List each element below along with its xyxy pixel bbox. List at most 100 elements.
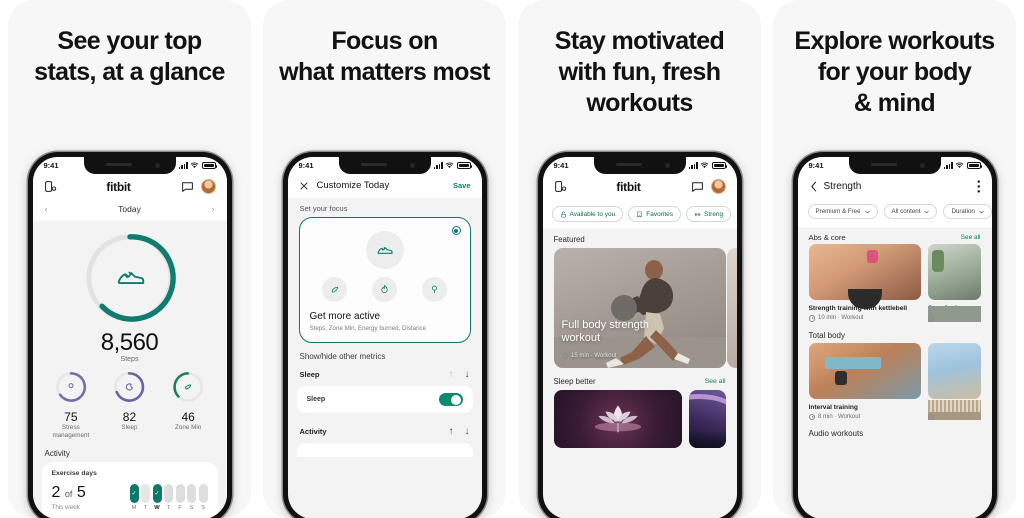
device-icon[interactable] [554, 180, 567, 193]
chip-strength[interactable]: Streng [686, 206, 732, 222]
dumbbell-icon [694, 212, 701, 216]
battery-icon [456, 162, 472, 169]
earpiece-speaker [615, 163, 642, 166]
phone-screen-1: 9:41 fitbit ‹ Today › 8,560 Steps 75 Str… [32, 157, 227, 518]
more-vertical-icon[interactable] [977, 180, 981, 193]
hero-carousel: Full body strength workout 15 min · Work… [543, 248, 737, 368]
workout-meta-text: 8 min · Workout [818, 413, 861, 420]
save-button[interactable]: Save [453, 181, 471, 190]
steps-ring[interactable] [81, 229, 179, 327]
sleep-card-row [543, 390, 737, 448]
chip-favorites[interactable]: Favorites [628, 206, 682, 222]
hero-next-card-peek[interactable] [726, 248, 737, 368]
day-pill [175, 483, 185, 503]
app-bar-actions [181, 179, 216, 194]
watch-illustration [834, 370, 847, 385]
plant-illustration [931, 250, 944, 272]
move-up-icon[interactable]: ↑ [449, 426, 454, 437]
metric-sleep[interactable]: 82 Sleep [103, 370, 155, 440]
move-up-icon[interactable]: ↑ [449, 369, 454, 380]
workout-meta-text: 10 min · Workout [818, 315, 864, 322]
day-letter: S [201, 504, 205, 511]
metric-row-sleep-arrows: ↑ ↓ [449, 369, 470, 380]
sleep-section-title: Sleep better [553, 377, 596, 386]
battery-icon [966, 162, 982, 169]
metric-row-sleep: Sleep ↑ ↓ [288, 367, 482, 386]
sleep-card-night-sky[interactable] [688, 390, 726, 448]
hero-card[interactable]: Full body strength workout 15 min · Work… [553, 248, 726, 368]
hero-athlete-illustration [605, 260, 690, 368]
filter-duration[interactable]: Duration [943, 204, 992, 219]
sleep-see-all-link[interactable]: See all [705, 378, 726, 385]
filter-premium-free[interactable]: Premium & Free [807, 204, 878, 219]
message-icon[interactable] [181, 180, 194, 193]
status-time: 9:41 [43, 161, 59, 170]
earpiece-speaker [105, 163, 132, 166]
hero-meta: 15 min · Workout [561, 352, 617, 359]
prev-day-icon[interactable]: ‹ [45, 204, 48, 214]
filter-all-content[interactable]: All content [883, 204, 938, 219]
message-icon[interactable] [691, 180, 704, 193]
chip-label: Available to you [569, 210, 616, 218]
chevron-left-icon[interactable] [809, 181, 818, 192]
chevron-down-icon [979, 210, 984, 213]
strength-header: Strength [797, 174, 992, 200]
tree-silhouette [688, 430, 726, 448]
workout-card-circuit-training[interactable]: Circuit train 8 min · W [927, 342, 981, 420]
metric-row-activity-arrows: ↑ ↓ [449, 426, 470, 437]
exercise-days-title: Exercise days [51, 469, 97, 477]
sleep-toggle-card[interactable]: Sleep [296, 386, 473, 413]
day-cell: F [175, 483, 185, 511]
abs-core-see-all[interactable]: See all [961, 234, 981, 241]
zone-min-icon-circle [322, 277, 347, 302]
metric-sleep-label: Sleep [121, 424, 138, 431]
chevron-down-icon [924, 210, 930, 213]
wifi-icon [700, 162, 709, 169]
panel-3-headline: Stay motivated with fun, fresh workouts [554, 27, 725, 117]
exercise-days-card[interactable]: Exercise days 2 of 5 This week ✓ M T ✓ W… [41, 461, 218, 518]
chip-label: Streng [704, 210, 724, 218]
sleep-toggle-switch[interactable] [438, 393, 463, 406]
workout-thumbnail [927, 342, 981, 420]
filter-label: All content [891, 208, 921, 215]
wifi-icon [955, 162, 964, 169]
phone-notch [83, 157, 176, 174]
workout-meta: 8 min · Workout [808, 413, 921, 420]
status-time: 9:41 [553, 161, 569, 170]
promo-panel-1: See your top stats, at a glance 9:41 fit… [8, 0, 251, 518]
move-down-icon[interactable]: ↓ [465, 369, 470, 380]
day-pill: ✓ [129, 483, 139, 503]
avatar[interactable] [710, 179, 726, 194]
location-pin-icon [432, 285, 437, 294]
sleep-card-lotus[interactable] [553, 390, 682, 448]
fitbit-logo: fitbit [616, 179, 641, 194]
chip-available-to-you[interactable]: Available to you [551, 206, 624, 222]
workout-card-core-beginners[interactable]: Core for beg 5 min · W [927, 244, 981, 322]
audio-workouts-title: Audio workouts [808, 429, 864, 438]
close-icon[interactable] [299, 181, 309, 191]
metric-stress[interactable]: 75 Stress management [45, 370, 97, 440]
play-icon [561, 352, 568, 359]
metric-zone-min[interactable]: 46 Zone Min [162, 370, 214, 440]
phone-mockup-1: 9:41 fitbit ‹ Today › 8,560 Steps 75 Str… [27, 152, 232, 518]
day-cell: T [141, 483, 150, 511]
unlock-icon [560, 211, 566, 217]
radio-selected-icon[interactable] [451, 226, 461, 235]
avatar[interactable] [200, 179, 216, 194]
front-camera [664, 163, 670, 168]
workout-thumbnail [808, 244, 921, 309]
status-indicators [178, 162, 217, 169]
play-icon [808, 315, 815, 322]
move-down-icon[interactable]: ↓ [465, 426, 470, 437]
next-day-icon[interactable]: › [212, 204, 215, 214]
app-bar-3: fitbit [542, 174, 737, 200]
play-icon [927, 315, 934, 322]
focus-card[interactable]: Get more active Steps, Zone Min, Energy … [298, 217, 471, 343]
device-icon[interactable] [44, 180, 57, 193]
front-camera [409, 163, 415, 168]
workout-card-kettlebell[interactable]: Strength training with kettlebell 10 min… [808, 244, 921, 322]
metric-zone-value: 46 [181, 410, 195, 424]
workout-card-interval-training[interactable]: Interval training 8 min · Workout [808, 342, 921, 420]
promo-panel-2: Focus on what matters most 9:41 Customiz… [263, 0, 506, 518]
front-camera [154, 163, 160, 168]
